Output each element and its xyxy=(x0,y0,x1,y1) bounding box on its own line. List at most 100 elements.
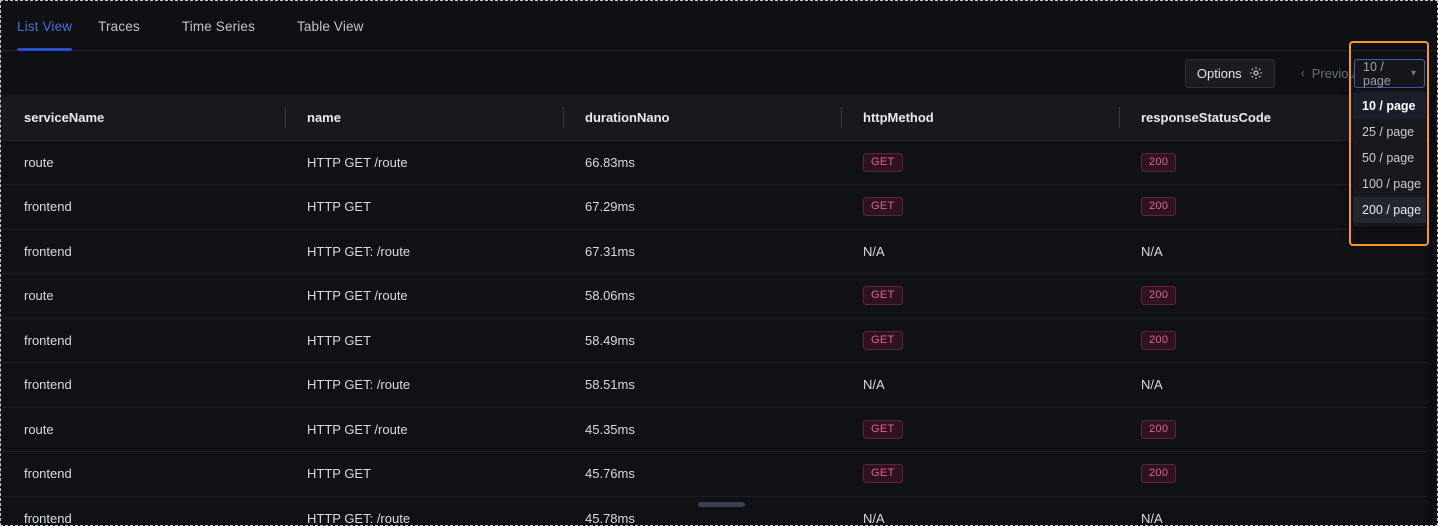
cell-durationNano: 67.31ms xyxy=(563,229,841,274)
cell-httpMethod: N/A xyxy=(841,229,1119,274)
table-toolbar: Options ‹ Previous Next › xyxy=(2,51,1437,95)
page-size-value: 10 / page xyxy=(1363,59,1391,88)
cell-text: frontend xyxy=(24,510,72,526)
cell-name: HTTP GET /route xyxy=(285,140,563,185)
traces-table-container[interactable]: serviceName name durationNano httpMethod… xyxy=(2,95,1437,526)
cell-durationNano: 58.51ms xyxy=(563,362,841,408)
cell-httpMethod: GET xyxy=(841,273,1119,319)
cell-text: HTTP GET /route xyxy=(307,288,408,304)
table-row[interactable]: frontend HTTP GET: /route 45.78ms N/A N/A xyxy=(2,496,1437,526)
cell-text: 58.49ms xyxy=(585,332,635,348)
cell-text: frontend xyxy=(24,243,72,259)
tab-table-view[interactable]: Table View xyxy=(297,2,380,51)
status-badge: GET xyxy=(863,152,903,172)
cell-serviceName: frontend xyxy=(2,362,285,408)
tab-traces[interactable]: Traces xyxy=(98,2,156,51)
vertical-scroll-edge[interactable] xyxy=(1427,95,1436,525)
options-button[interactable]: Options xyxy=(1184,58,1275,88)
app-viewport: List View Traces Time Series Table View Opt… xyxy=(0,0,1438,526)
table-row[interactable]: frontend HTTP GET 58.49ms GET 200 xyxy=(2,318,1437,363)
cell-text: frontend xyxy=(24,466,72,482)
cell-responseStatusCode: N/A xyxy=(1119,229,1437,274)
cell-httpMethod: GET xyxy=(841,451,1119,497)
table-row[interactable]: route HTTP GET /route 45.35ms GET 200 xyxy=(2,407,1437,452)
page-size-option-label: 200 / page xyxy=(1362,203,1422,217)
status-badge: 200 xyxy=(1141,197,1177,217)
traces-table: serviceName name durationNano httpMethod… xyxy=(2,95,1437,526)
tab-list-view[interactable]: List View xyxy=(17,2,73,51)
cell-responseStatusCode: 200 xyxy=(1119,273,1437,319)
chevron-down-icon: ▾ xyxy=(1410,68,1416,79)
cell-name: HTTP GET: /route xyxy=(285,362,563,408)
cell-serviceName: frontend xyxy=(2,318,285,363)
cell-text: 67.29ms xyxy=(585,199,635,215)
cell-serviceName: route xyxy=(2,407,285,452)
cell-text: frontend xyxy=(24,377,72,393)
status-badge: 200 xyxy=(1141,286,1177,306)
options-button-label: Options xyxy=(1196,65,1242,81)
page-size-dropdown-menu: 10 / page 25 / page 50 / page 100 / page 200… xyxy=(1353,90,1426,227)
cell-text: N/A xyxy=(863,510,885,526)
status-badge: 200 xyxy=(1141,152,1177,172)
column-header-httpMethod[interactable]: httpMethod xyxy=(841,95,1119,141)
cell-name: HTTP GET: /route xyxy=(285,496,563,525)
cell-text: N/A xyxy=(1141,377,1163,393)
cell-text: N/A xyxy=(1141,510,1163,526)
column-header-durationNano[interactable]: durationNano xyxy=(563,95,841,141)
cell-text: HTTP GET: /route xyxy=(307,377,411,393)
page-size-option-label: 50 / page xyxy=(1362,151,1415,165)
cell-text: 58.51ms xyxy=(585,377,635,393)
cell-durationNano: 45.35ms xyxy=(563,407,841,452)
cell-durationNano: 66.83ms xyxy=(563,140,841,185)
column-header-serviceName[interactable]: serviceName xyxy=(2,95,285,141)
cell-name: HTTP GET xyxy=(285,184,563,230)
horizontal-scrollbar-thumb[interactable] xyxy=(698,502,745,507)
cell-text: HTTP GET xyxy=(307,199,372,215)
cell-serviceName: frontend xyxy=(2,451,285,497)
cell-serviceName: route xyxy=(2,273,285,319)
column-header-name[interactable]: name xyxy=(285,95,563,141)
page-size-option[interactable]: 25 / page xyxy=(1353,119,1426,145)
tab-time-series[interactable]: Time Series xyxy=(182,2,271,51)
cell-text: N/A xyxy=(863,377,885,393)
cell-text: route xyxy=(24,288,54,304)
table-header-row: serviceName name durationNano httpMethod… xyxy=(2,95,1437,141)
view-tabs: List View Traces Time Series Table View xyxy=(2,2,1437,51)
cell-text: N/A xyxy=(1141,243,1163,259)
cell-text: 66.83ms xyxy=(585,154,635,170)
cell-text: 45.35ms xyxy=(585,421,635,437)
cell-name: HTTP GET: /route xyxy=(285,229,563,274)
page-size-option[interactable]: 100 / page xyxy=(1353,171,1426,197)
table-row[interactable]: route HTTP GET /route 58.06ms GET 200 xyxy=(2,273,1437,319)
cell-durationNano: 45.76ms xyxy=(563,451,841,497)
cell-responseStatusCode: 200 xyxy=(1119,318,1437,363)
table-row[interactable]: frontend HTTP GET: /route 67.31ms N/A N/A xyxy=(2,229,1437,274)
cell-text: 58.06ms xyxy=(585,288,635,304)
gear-icon xyxy=(1249,66,1263,80)
status-badge: GET xyxy=(863,419,903,439)
page-size-option[interactable]: 10 / page xyxy=(1353,93,1426,119)
table-row[interactable]: frontend HTTP GET: /route 58.51ms N/A N/A xyxy=(2,362,1437,408)
page-size-option[interactable]: 200 / page xyxy=(1353,197,1426,223)
cell-httpMethod: GET xyxy=(841,184,1119,230)
tab-label: Time Series xyxy=(181,18,255,34)
cell-serviceName: frontend xyxy=(2,229,285,274)
cell-durationNano: 45.78ms xyxy=(563,496,841,525)
table-row[interactable]: frontend HTTP GET 45.76ms GET 200 xyxy=(2,451,1437,497)
tab-label: Traces xyxy=(98,18,140,34)
status-badge: GET xyxy=(863,286,903,306)
cell-text: route xyxy=(24,421,54,437)
cell-serviceName: route xyxy=(2,140,285,185)
cell-text: 67.31ms xyxy=(585,243,635,259)
cell-durationNano: 58.06ms xyxy=(563,273,841,319)
cell-responseStatusCode: 200 xyxy=(1119,451,1437,497)
cell-responseStatusCode: 200 xyxy=(1119,407,1437,452)
page-size-option-label: 10 / page xyxy=(1362,99,1416,113)
page-size-select[interactable]: 10 / page ▾ xyxy=(1354,59,1425,88)
cell-httpMethod: N/A xyxy=(841,362,1119,408)
table-row[interactable]: route HTTP GET /route 66.83ms GET 200 xyxy=(2,140,1437,185)
tab-label: Table View xyxy=(296,18,364,34)
status-badge: 200 xyxy=(1141,419,1177,439)
page-size-option[interactable]: 50 / page xyxy=(1353,145,1426,171)
table-row[interactable]: frontend HTTP GET 67.29ms GET 200 xyxy=(2,184,1437,230)
